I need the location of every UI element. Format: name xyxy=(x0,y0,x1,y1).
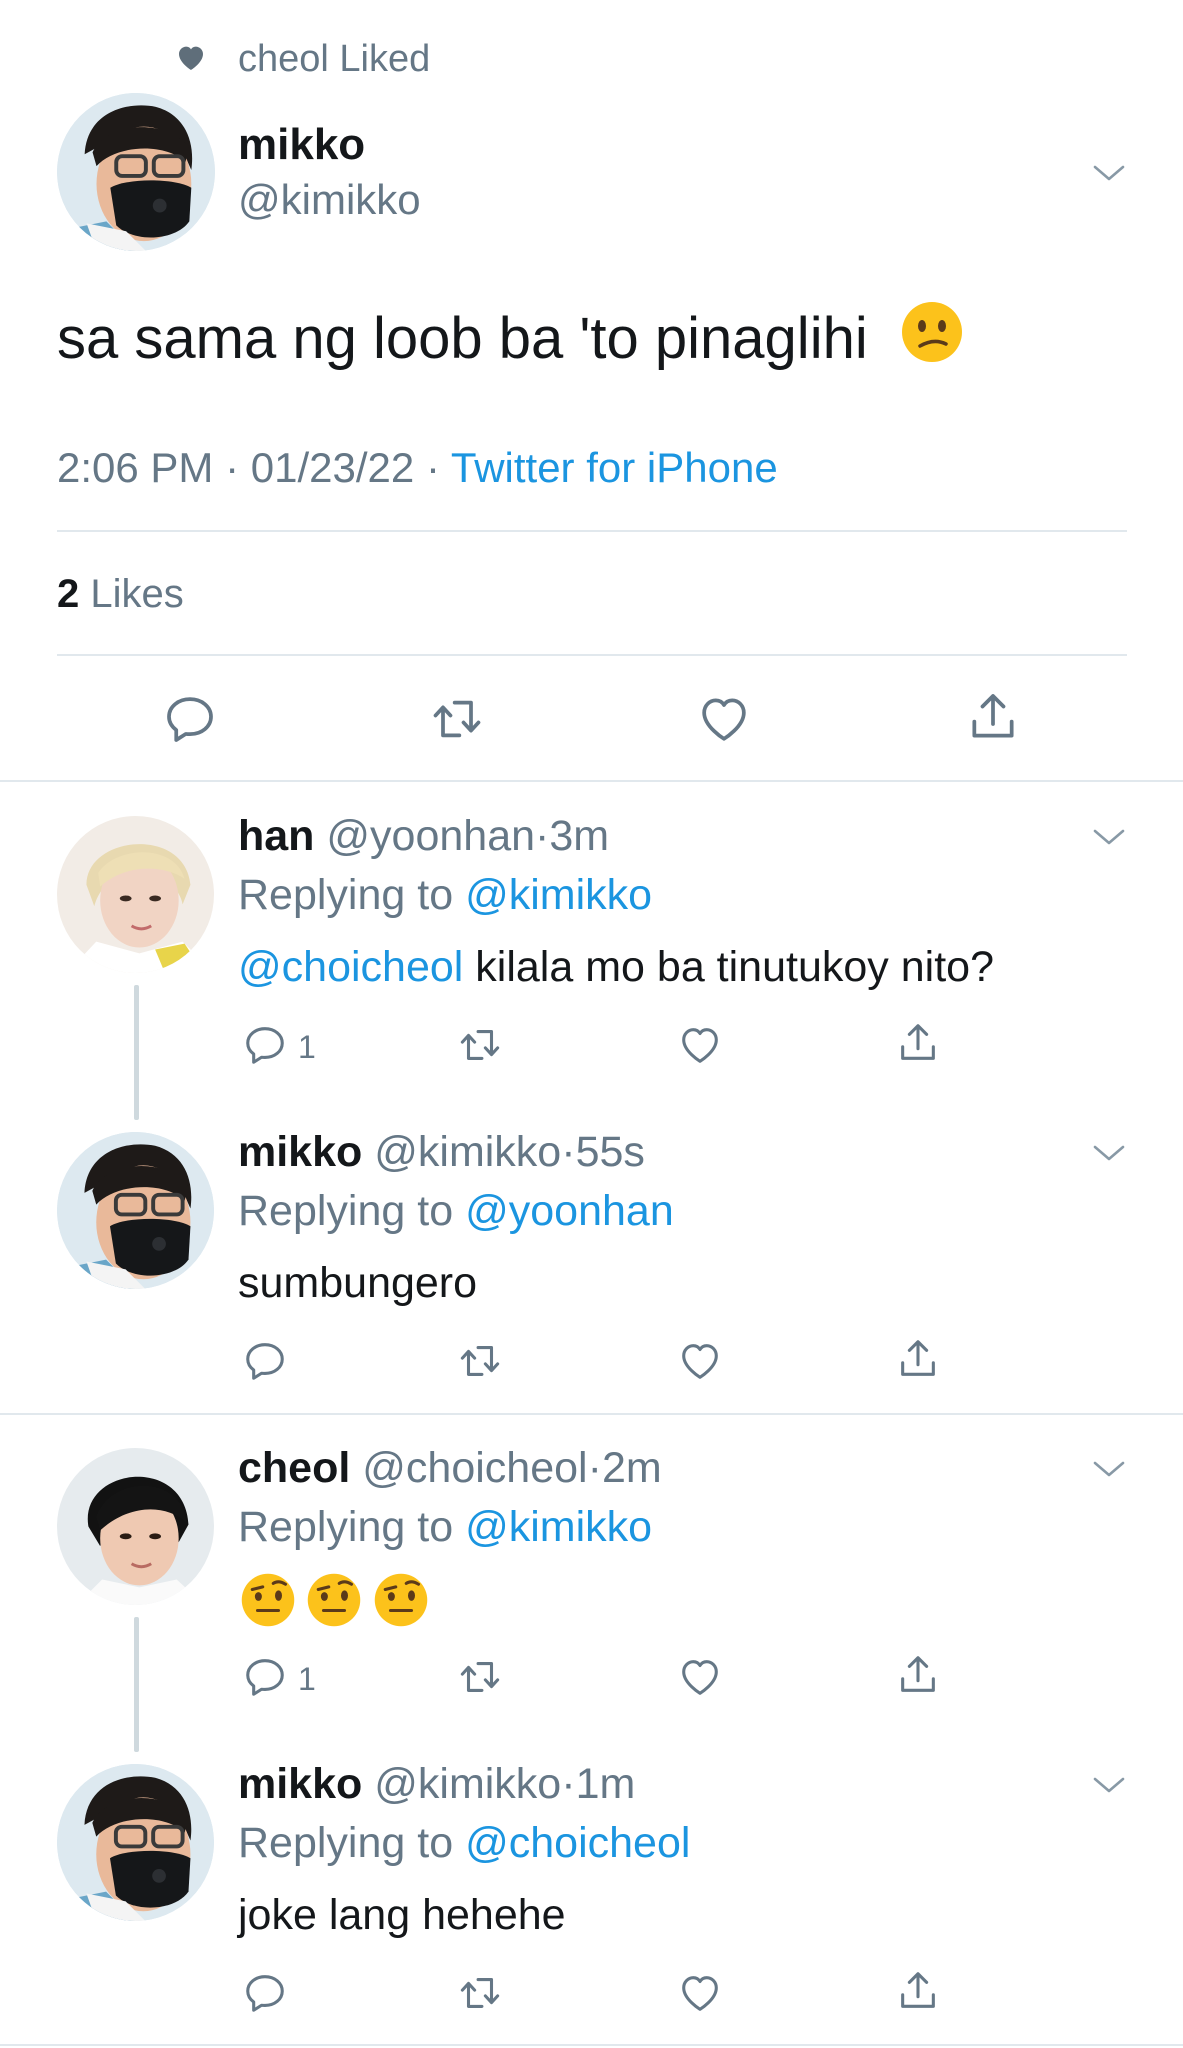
retweet-icon[interactable] xyxy=(429,691,485,747)
share-icon[interactable] xyxy=(895,1020,941,1066)
face-with-raised-eyebrow-icon xyxy=(306,1572,362,1633)
tweet-meta: 2:06 PM · 01/23/22 · Twitter for iPhone xyxy=(57,444,778,492)
reply-text-row: @choicheol kilala mo ba tinutukoy nito? xyxy=(238,943,994,992)
tweet-date: 01/23/22 xyxy=(250,444,415,491)
thread-connector xyxy=(134,1617,139,1752)
like-icon[interactable] xyxy=(677,1654,723,1700)
chevron-down-icon[interactable] xyxy=(1092,163,1126,183)
likes-count-row[interactable]: 2 Likes xyxy=(57,572,184,617)
chevron-down-icon[interactable] xyxy=(1092,1143,1126,1163)
divider xyxy=(0,780,1183,782)
face-with-raised-eyebrow-icon xyxy=(373,1572,429,1633)
reply-icon[interactable] xyxy=(242,1654,288,1700)
avatar[interactable] xyxy=(57,816,214,973)
replying-to-link[interactable]: @choicheol xyxy=(465,1819,690,1867)
avatar[interactable] xyxy=(57,1132,214,1289)
display-name[interactable]: mikko xyxy=(238,1760,362,1808)
reply-header: cheol @choicheol·2m xyxy=(238,1444,662,1493)
reply-header: han @yoonhan·3m xyxy=(238,812,609,861)
user-handle[interactable]: @kimikko xyxy=(238,176,421,224)
reply-text: sumbungero xyxy=(238,1259,478,1307)
likes-count: 2 xyxy=(57,572,80,616)
display-name[interactable]: han xyxy=(238,812,314,860)
heart-icon xyxy=(174,42,208,74)
avatar[interactable] xyxy=(57,1764,214,1921)
reply-emoji-row xyxy=(240,1572,429,1633)
like-icon[interactable] xyxy=(677,1338,723,1384)
replying-label: Replying to xyxy=(238,871,454,919)
like-icon[interactable] xyxy=(677,1022,723,1068)
mention-link[interactable]: @choicheol xyxy=(238,943,463,991)
avatar[interactable] xyxy=(57,1448,214,1605)
separator: · xyxy=(535,812,550,860)
confused-face-icon xyxy=(900,300,964,378)
reply-time[interactable]: 3m xyxy=(549,812,609,860)
share-icon[interactable] xyxy=(895,1336,941,1382)
divider xyxy=(0,2044,1183,2046)
reply-text: kilala mo ba tinutukoy nito? xyxy=(463,943,994,991)
replying-label: Replying to xyxy=(238,1503,454,1551)
display-name[interactable]: mikko xyxy=(238,120,365,170)
reply-time[interactable]: 1m xyxy=(576,1760,636,1808)
reply-icon[interactable] xyxy=(162,691,218,747)
like-icon[interactable] xyxy=(696,691,752,747)
display-name[interactable]: mikko xyxy=(238,1128,362,1176)
retweet-icon[interactable] xyxy=(457,1654,503,1700)
divider xyxy=(57,530,1127,532)
chevron-down-icon[interactable] xyxy=(1092,827,1126,847)
display-name[interactable]: cheol xyxy=(238,1444,350,1492)
divider xyxy=(0,1413,1183,1415)
face-with-raised-eyebrow-icon xyxy=(240,1572,296,1633)
reply-text: joke lang hehehe xyxy=(238,1891,566,1939)
divider xyxy=(57,654,1127,656)
reply-count: 1 xyxy=(298,1661,316,1697)
separator: · xyxy=(561,1128,576,1176)
replying-to-link[interactable]: @yoonhan xyxy=(465,1187,674,1235)
tweet-text: sa sama ng loob ba 'to pinaglihi xyxy=(57,306,868,371)
tweet-time: 2:06 PM xyxy=(57,444,214,491)
tweet-source-link[interactable]: Twitter for iPhone xyxy=(451,444,778,491)
reply-time[interactable]: 55s xyxy=(576,1128,645,1176)
retweet-icon[interactable] xyxy=(457,1338,503,1384)
reply-header: mikko @kimikko·1m xyxy=(238,1760,635,1809)
replying-label: Replying to xyxy=(238,1819,454,1867)
reply-icon[interactable] xyxy=(242,1338,288,1384)
share-icon[interactable] xyxy=(895,1652,941,1698)
chevron-down-icon[interactable] xyxy=(1092,1459,1126,1479)
reply-time[interactable]: 2m xyxy=(602,1444,662,1492)
replying-to-line: Replying to @yoonhan xyxy=(238,1187,674,1236)
reply-icon[interactable] xyxy=(242,1022,288,1068)
user-handle[interactable]: @kimikko xyxy=(374,1760,561,1808)
replying-to-line: Replying to @kimikko xyxy=(238,871,652,920)
replying-to-link[interactable]: @kimikko xyxy=(465,871,652,919)
replying-to-link[interactable]: @kimikko xyxy=(465,1503,652,1551)
chevron-down-icon[interactable] xyxy=(1092,1775,1126,1795)
user-handle[interactable]: @choicheol xyxy=(362,1444,587,1492)
share-icon[interactable] xyxy=(965,689,1021,745)
reply-icon[interactable] xyxy=(242,1970,288,2016)
separator: · xyxy=(225,444,240,491)
avatar[interactable] xyxy=(57,93,215,251)
reply-header: mikko @kimikko·55s xyxy=(238,1128,645,1177)
replying-to-line: Replying to @kimikko xyxy=(238,1503,652,1552)
user-handle[interactable]: @yoonhan xyxy=(326,812,535,860)
like-icon[interactable] xyxy=(677,1970,723,2016)
separator: · xyxy=(425,444,440,491)
likes-label: Likes xyxy=(90,572,184,616)
separator: · xyxy=(561,1760,576,1808)
user-handle[interactable]: @kimikko xyxy=(374,1128,561,1176)
retweet-icon[interactable] xyxy=(457,1970,503,2016)
reply-count: 1 xyxy=(298,1029,316,1065)
liked-banner-text: cheol Liked xyxy=(238,38,431,80)
replying-to-line: Replying to @choicheol xyxy=(238,1819,690,1868)
thread-connector xyxy=(134,985,139,1120)
retweet-icon[interactable] xyxy=(457,1022,503,1068)
share-icon[interactable] xyxy=(895,1968,941,2014)
separator: · xyxy=(587,1444,602,1492)
tweet-text-row: sa sama ng loob ba 'to pinaglihi xyxy=(57,300,964,378)
replying-label: Replying to xyxy=(238,1187,454,1235)
